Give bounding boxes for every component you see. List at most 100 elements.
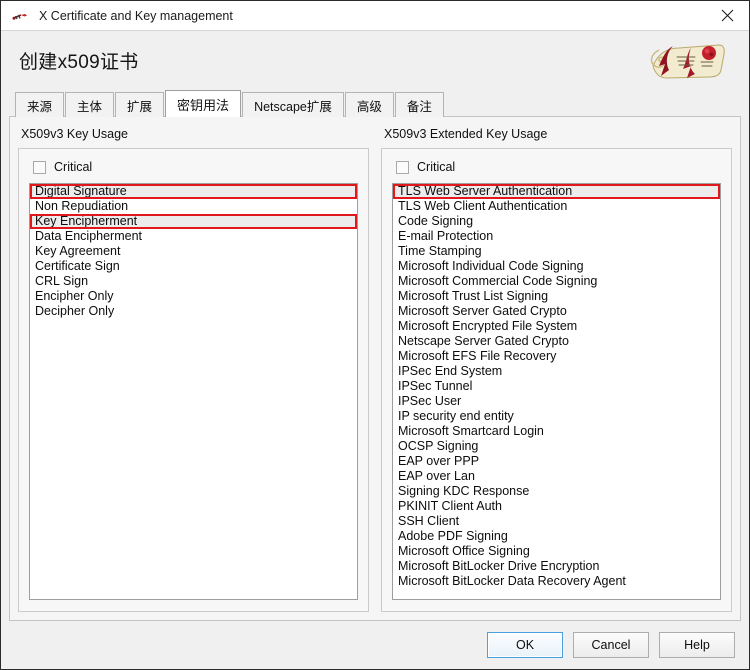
key-usage-item-label: CRL Sign (35, 274, 89, 288)
extended-key-usage-groupbox: Critical TLS Web Server Authentication TL… (381, 148, 732, 612)
extended-key-usage-item[interactable]: Microsoft Encrypted File System (393, 319, 720, 334)
extended-key-usage-item-label: OCSP Signing (398, 439, 479, 453)
extended-key-usage-item[interactable]: IPSec Tunnel (393, 379, 720, 394)
extended-key-usage-item[interactable]: Microsoft EFS File Recovery (393, 349, 720, 364)
extended-key-usage-item[interactable]: SSH Client (393, 514, 720, 529)
key-usage-item[interactable]: CRL Sign (30, 274, 357, 289)
extended-key-usage-item-label: SSH Client (398, 514, 460, 528)
key-usage-item[interactable]: Certificate Sign (30, 259, 357, 274)
extended-key-usage-item[interactable]: IP security end entity (393, 409, 720, 424)
extended-key-usage-item[interactable]: TLS Web Server Authentication (393, 184, 720, 199)
extended-key-usage-item-label: PKINIT Client Auth (398, 499, 502, 513)
tab-bar: 来源 主体 扩展 密钥用法 Netscape扩展 高级 备注 (1, 89, 749, 117)
extended-key-usage-item-label: Microsoft BitLocker Data Recovery Agent (398, 574, 626, 588)
extended-key-usage-item-label: Microsoft Individual Code Signing (398, 259, 584, 273)
extended-key-usage-item[interactable]: Microsoft Trust List Signing (393, 289, 720, 304)
extended-key-usage-item-label: Netscape Server Gated Crypto (398, 334, 569, 348)
extended-key-usage-critical-label: Critical (417, 160, 456, 174)
key-usage-item[interactable]: Data Encipherment (30, 229, 357, 244)
dialog-header: 创建x509证书 (1, 31, 749, 89)
extended-key-usage-item-label: IPSec User (398, 394, 462, 408)
extended-key-usage-item[interactable]: Microsoft Office Signing (393, 544, 720, 559)
extended-key-usage-item-label: TLS Web Client Authentication (398, 199, 568, 213)
page-title: 创建x509证书 (19, 51, 139, 73)
extended-key-usage-group-label: X509v3 Extended Key Usage (384, 127, 548, 141)
extended-key-usage-item-label: Microsoft Office Signing (398, 544, 530, 558)
key-usage-item-label: Encipher Only (35, 289, 114, 303)
help-button[interactable]: Help (659, 632, 735, 658)
extended-key-usage-item[interactable]: Microsoft BitLocker Data Recovery Agent (393, 574, 720, 589)
extended-key-usage-item[interactable]: IPSec End System (393, 364, 720, 379)
extended-key-usage-item[interactable]: IPSec User (393, 394, 720, 409)
extended-key-usage-item-label: Microsoft Commercial Code Signing (398, 274, 598, 288)
extended-key-usage-item[interactable]: Time Stamping (393, 244, 720, 259)
extended-key-usage-item-label: EAP over PPP (398, 454, 480, 468)
extended-key-usage-item[interactable]: OCSP Signing (393, 439, 720, 454)
extended-key-usage-item[interactable]: Microsoft BitLocker Drive Encryption (393, 559, 720, 574)
extended-key-usage-critical-checkbox[interactable]: Critical (396, 160, 721, 174)
tab-subject[interactable]: 主体 (65, 92, 115, 117)
tab-source[interactable]: 来源 (15, 92, 65, 117)
checkbox-box[interactable] (33, 160, 46, 174)
extended-key-usage-item-label: Microsoft Smartcard Login (398, 424, 544, 438)
extended-key-usage-item-label: E-mail Protection (398, 229, 494, 243)
key-usage-critical-label: Critical (54, 160, 93, 174)
extended-key-usage-item[interactable]: Adobe PDF Signing (393, 529, 720, 544)
extended-key-usage-item-label: Microsoft Encrypted File System (398, 319, 578, 333)
extended-key-usage-item[interactable]: Microsoft Individual Code Signing (393, 259, 720, 274)
extended-key-usage-item-label: IPSec End System (398, 364, 503, 378)
extended-key-usage-item-label: Microsoft Trust List Signing (398, 289, 549, 303)
tab-key-usage[interactable]: 密钥用法 (165, 90, 242, 117)
extended-key-usage-item[interactable]: Signing KDC Response (393, 484, 720, 499)
key-usage-item[interactable]: Digital Signature (30, 184, 357, 199)
cancel-button[interactable]: Cancel (573, 632, 649, 658)
extended-key-usage-item-label: EAP over Lan (398, 469, 475, 483)
extended-key-usage-item[interactable]: PKINIT Client Auth (393, 499, 720, 514)
tab-page-key-usage: X509v3 Key Usage Critical Digital Signat… (9, 116, 741, 621)
extended-key-usage-item[interactable]: EAP over PPP (393, 454, 720, 469)
extended-key-usage-item[interactable]: Microsoft Smartcard Login (393, 424, 720, 439)
extended-key-usage-item[interactable]: TLS Web Client Authentication (393, 199, 720, 214)
key-usage-item[interactable]: Decipher Only (30, 304, 357, 319)
key-usage-item[interactable]: Encipher Only (30, 289, 357, 304)
extended-key-usage-item-label: IP security end entity (398, 409, 514, 423)
key-usage-item-label: Key Encipherment (35, 214, 138, 228)
key-usage-item-label: Decipher Only (35, 304, 115, 318)
key-usage-item-label: Data Encipherment (35, 229, 143, 243)
extended-key-usage-item-label: Time Stamping (398, 244, 482, 258)
extended-key-usage-item-label: IPSec Tunnel (398, 379, 473, 393)
tab-netscape[interactable]: Netscape扩展 (242, 92, 344, 117)
extended-key-usage-item-label: Code Signing (398, 214, 474, 228)
key-usage-item[interactable]: Key Encipherment (30, 214, 357, 229)
extended-key-usage-item[interactable]: Code Signing (393, 214, 720, 229)
key-usage-group-label: X509v3 Key Usage (21, 127, 129, 141)
extended-key-usage-item[interactable]: Microsoft Server Gated Crypto (393, 304, 720, 319)
key-usage-critical-checkbox[interactable]: Critical (33, 160, 358, 174)
tab-extensions[interactable]: 扩展 (115, 92, 165, 117)
certificate-scroll-logo (645, 36, 731, 84)
extended-key-usage-listbox[interactable]: TLS Web Server Authentication TLS Web Cli… (392, 183, 721, 600)
extended-key-usage-item[interactable]: E-mail Protection (393, 229, 720, 244)
key-usage-item[interactable]: Non Repudiation (30, 199, 357, 214)
tab-advanced[interactable]: 高级 (344, 92, 394, 117)
key-usage-listbox[interactable]: Digital Signature Non Repudiation Key Enci… (29, 183, 358, 600)
tab-comment[interactable]: 备注 (394, 92, 444, 117)
checkbox-box[interactable] (396, 160, 409, 174)
key-usage-item-label: Certificate Sign (35, 259, 120, 273)
key-usage-item-label: Non Repudiation (35, 199, 129, 213)
key-usage-groupbox: Critical Digital Signature Non Repudiatio… (18, 148, 369, 612)
key-usage-column: X509v3 Key Usage Critical Digital Signat… (18, 127, 369, 612)
extended-key-usage-item[interactable]: EAP over Lan (393, 469, 720, 484)
extended-key-usage-item-label: Microsoft Server Gated Crypto (398, 304, 567, 318)
key-usage-item-label: Key Agreement (35, 244, 121, 258)
key-usage-item[interactable]: Key Agreement (30, 244, 357, 259)
title-bar: X Certificate and Key management (1, 1, 749, 31)
close-icon[interactable] (705, 1, 749, 30)
key-usage-item-label: Digital Signature (35, 184, 127, 198)
extended-key-usage-item[interactable]: Microsoft Commercial Code Signing (393, 274, 720, 289)
extended-key-usage-column: X509v3 Extended Key Usage Critical TLS W… (381, 127, 732, 612)
ok-button[interactable]: OK (487, 632, 563, 658)
extended-key-usage-item-label: Microsoft BitLocker Drive Encryption (398, 559, 600, 573)
extended-key-usage-item[interactable]: Netscape Server Gated Crypto (393, 334, 720, 349)
extended-key-usage-item-label: TLS Web Server Authentication (398, 184, 573, 198)
